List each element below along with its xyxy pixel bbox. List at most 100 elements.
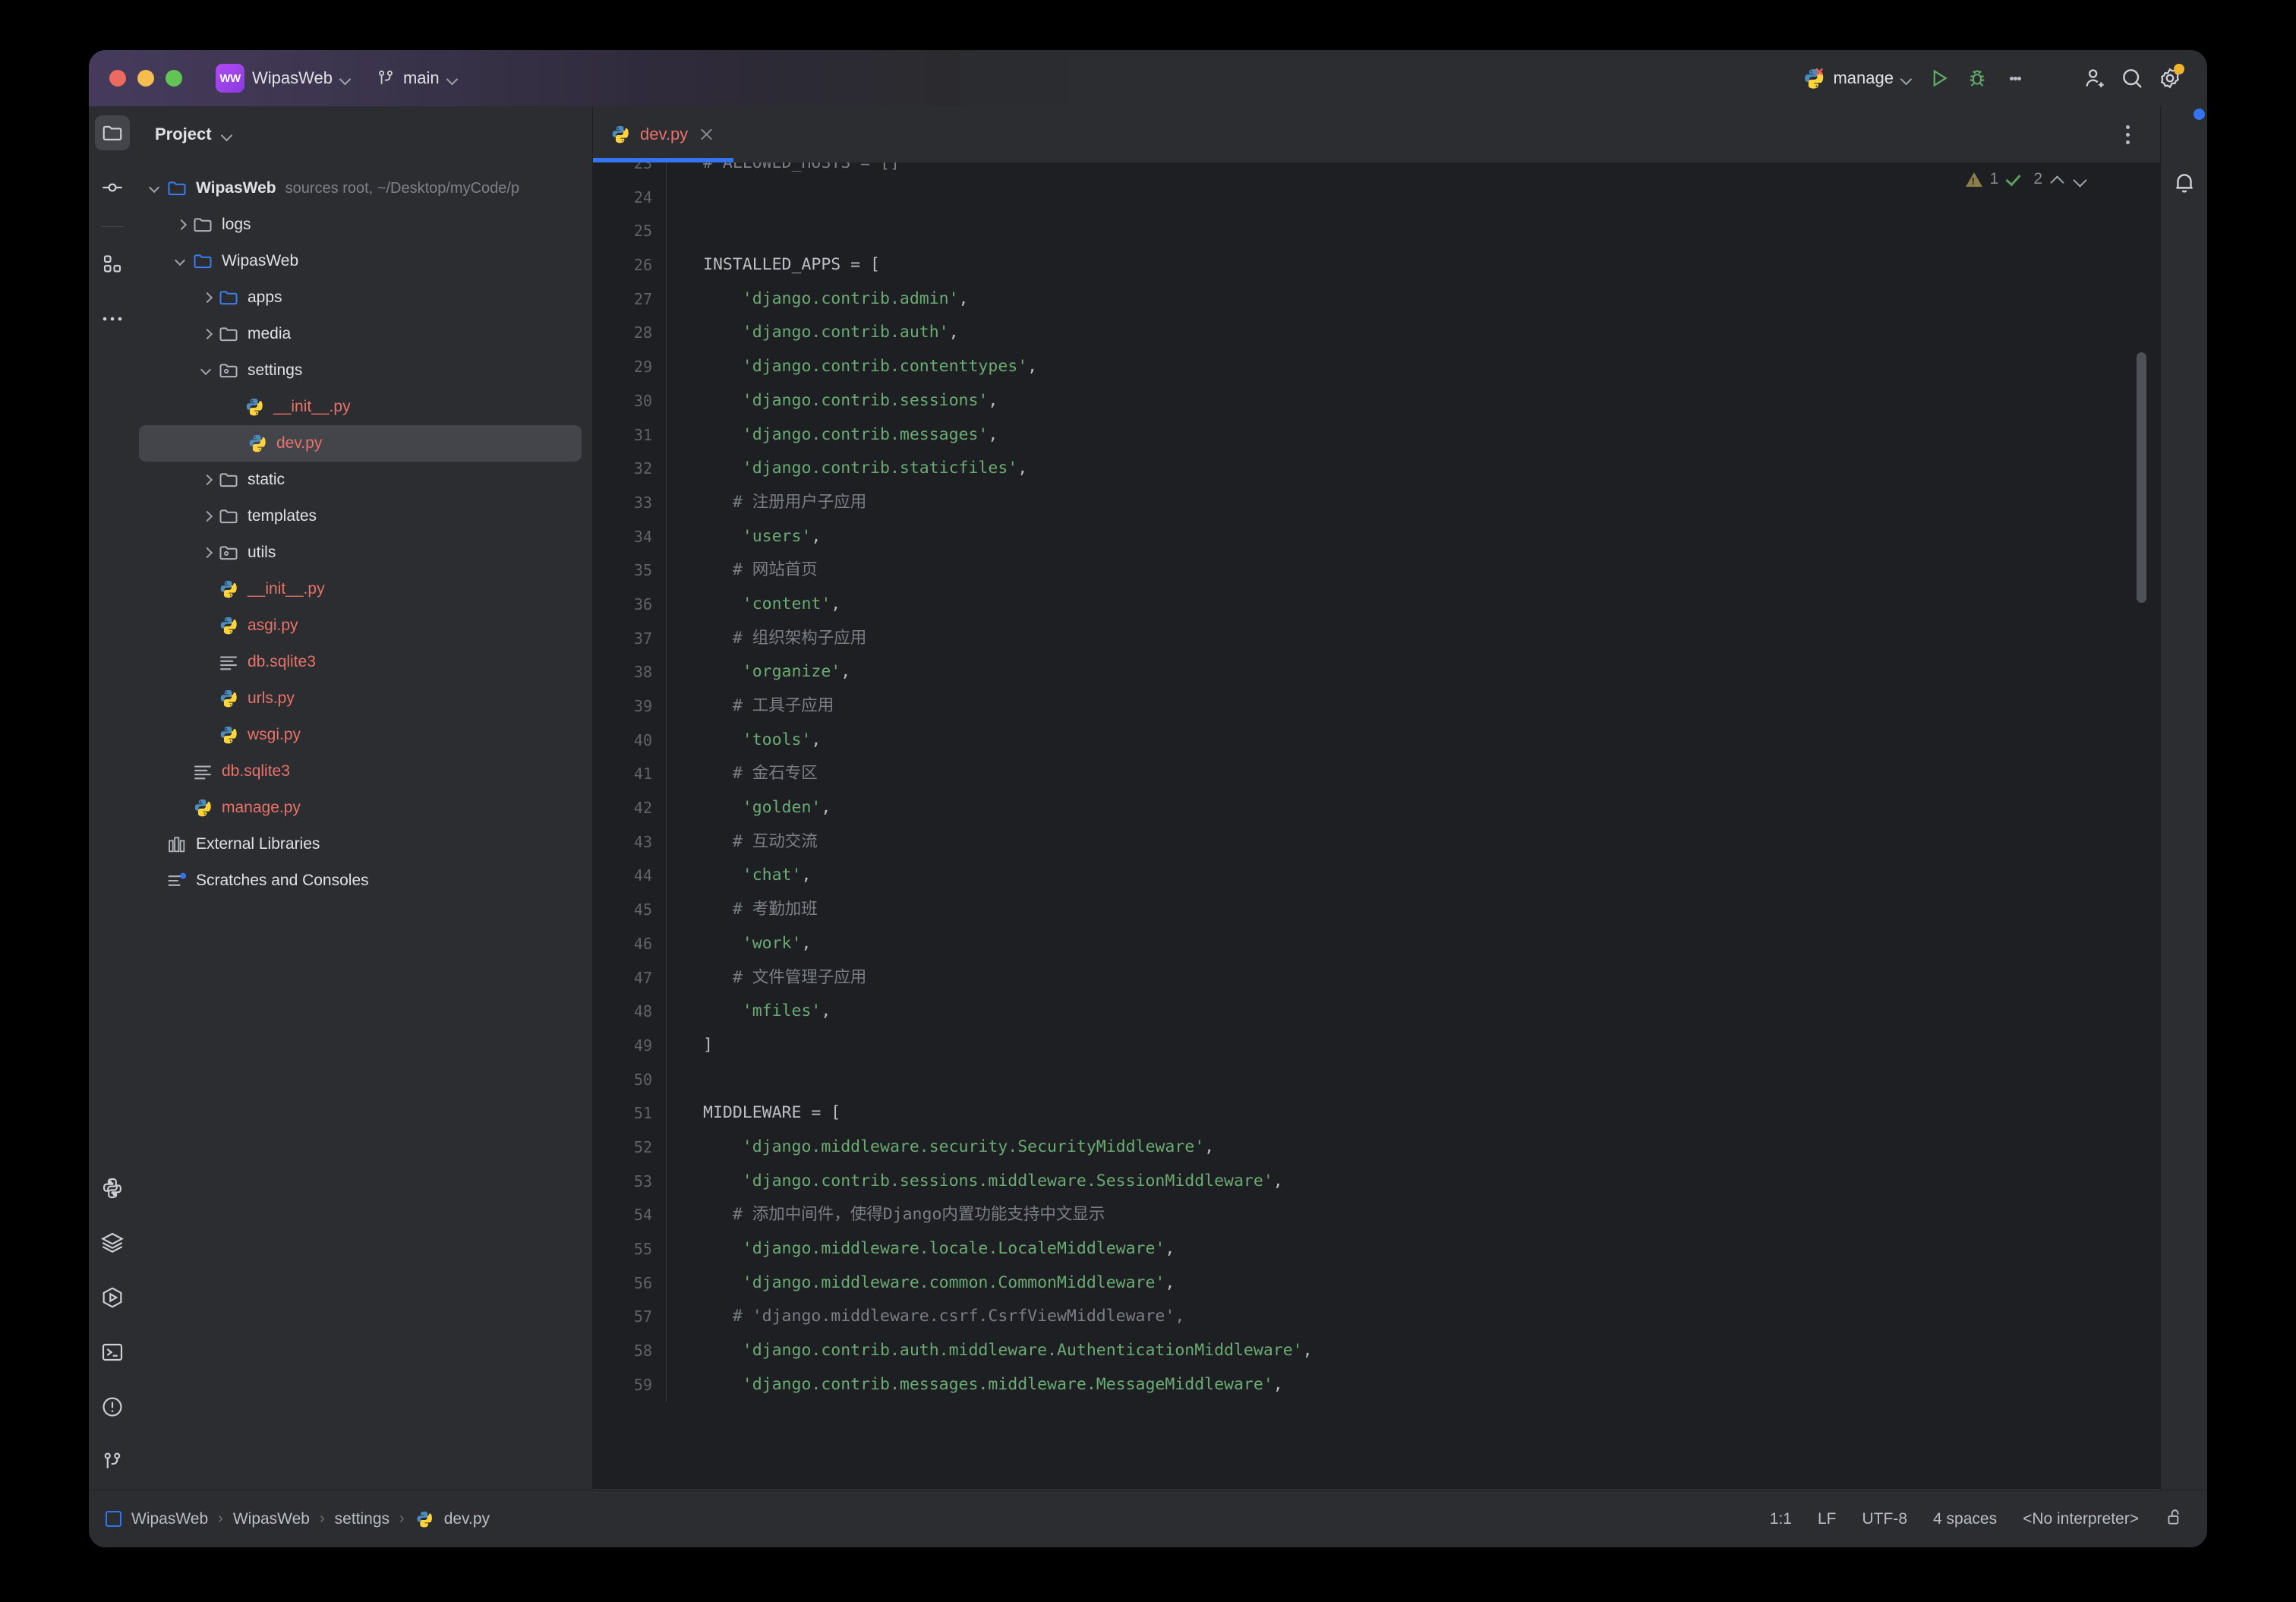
interpreter-selector[interactable]: <No interpreter> — [2023, 1510, 2139, 1528]
run-configuration-selector[interactable]: manage — [1795, 62, 1919, 94]
tree-item-logs[interactable]: logs — [136, 207, 592, 243]
line-number: 51 — [633, 1104, 652, 1123]
line-number: 46 — [633, 934, 652, 953]
tree-item-urls-py[interactable]: urls.py — [136, 680, 592, 717]
line-source: ] — [667, 1029, 713, 1063]
read-only-toggle[interactable] — [2165, 1507, 2184, 1531]
warning-count: 1 — [1989, 170, 1999, 188]
code-editor[interactable]: 1 2 23 # ALLOWED_HOSTS = [] 24 25 26 INSTAL… — [593, 162, 2160, 1490]
line-number: 48 — [633, 1002, 652, 1021]
breadcrumb-item[interactable]: settings — [335, 1510, 390, 1528]
file-encoding[interactable]: UTF-8 — [1862, 1510, 1908, 1528]
settings-button[interactable] — [2152, 61, 2187, 96]
sidebar-item-commit[interactable] — [95, 170, 130, 205]
line-source: # 文件管理子应用 — [667, 961, 866, 995]
indent-setting[interactable]: 4 spaces — [1933, 1510, 1997, 1528]
inspection-widget[interactable]: 1 2 — [1965, 170, 2088, 188]
right-activity-bar — [2160, 106, 2207, 1490]
tree-item--init-py[interactable]: __init__.py — [136, 389, 592, 425]
project-panel-header[interactable]: Project — [136, 106, 592, 162]
tree-item-wipasweb[interactable]: WipasWeb — [136, 243, 592, 279]
branch-selector[interactable]: main — [368, 64, 465, 93]
dot — [2009, 76, 2014, 80]
code-token: # ALLOWED_HOSTS = [] — [703, 162, 900, 172]
next-problem-icon[interactable] — [2073, 172, 2088, 187]
previous-problem-icon[interactable] — [2050, 172, 2065, 187]
tree-item-static[interactable]: static — [136, 462, 592, 498]
sidebar-item-python-console[interactable] — [95, 1171, 130, 1206]
breadcrumb-item[interactable]: dev.py — [444, 1510, 490, 1528]
tree-item-manage-py[interactable]: manage.py — [136, 790, 592, 826]
sidebar-item-problems[interactable] — [95, 1389, 130, 1424]
unlocked-icon — [2168, 1509, 2179, 1525]
tree-item-dev-py[interactable]: dev.py — [139, 425, 582, 462]
project-selector[interactable]: WW WipasWeb — [208, 59, 358, 97]
tree-item-label: utils — [248, 544, 276, 561]
tree-item-label: apps — [248, 289, 282, 306]
tree-item-label: db.sqlite3 — [248, 653, 316, 670]
code-line: 53 'django.contrib.sessions.middleware.S… — [593, 1164, 1313, 1199]
line-number: 55 — [633, 1240, 652, 1258]
maximize-window-button[interactable] — [166, 70, 182, 87]
python-file-icon — [612, 126, 629, 143]
breadcrumb-item[interactable]: WipasWeb — [131, 1510, 208, 1528]
tree-item-wsgi-py[interactable]: wsgi.py — [136, 717, 592, 753]
line-source: 'django.middleware.security.SecurityMidd… — [667, 1131, 1214, 1165]
line-source: # 组织架构子应用 — [667, 622, 866, 656]
ide-window: WW WipasWeb main manage Project WipasWeb… — [89, 50, 2207, 1547]
sidebar-item-version-control[interactable] — [95, 1444, 130, 1479]
run-button[interactable] — [1922, 61, 1957, 96]
breadcrumb-item[interactable]: WipasWeb — [233, 1510, 310, 1528]
tree-item-settings[interactable]: settings — [136, 352, 592, 389]
tree-item-apps[interactable]: apps — [136, 279, 592, 316]
sidebar-item-run[interactable] — [95, 1280, 130, 1315]
close-window-button[interactable] — [109, 70, 126, 87]
line-separator[interactable]: LF — [1818, 1510, 1837, 1528]
sidebar-item-database[interactable] — [95, 1225, 130, 1260]
caret-position[interactable]: 1:1 — [1770, 1510, 1792, 1528]
tree-item-asgi-py[interactable]: asgi.py — [136, 607, 592, 644]
close-tab-icon[interactable] — [697, 125, 717, 144]
minimize-window-button[interactable] — [137, 70, 154, 87]
branch-icon — [104, 1452, 121, 1468]
sidebar-item-terminal[interactable] — [95, 1335, 130, 1370]
folder-icon — [218, 506, 239, 527]
more-actions-button[interactable] — [1998, 61, 2033, 96]
add-user-button[interactable] — [2077, 61, 2112, 96]
search-button[interactable] — [2115, 61, 2149, 96]
grid-icon — [103, 255, 121, 273]
tree-item-templates[interactable]: templates — [136, 498, 592, 535]
tree-item-media[interactable]: media — [136, 316, 592, 352]
sidebar-item-more[interactable] — [95, 301, 130, 336]
code-line: 39 # 工具子应用 — [593, 689, 1313, 724]
notifications-button[interactable] — [2167, 109, 2205, 200]
tree-item-wipasweb[interactable]: WipasWeb sources root, ~/Desktop/myCode/p — [136, 170, 592, 207]
external-libraries-icon — [166, 834, 188, 855]
code-token: 'users' — [703, 526, 812, 546]
tree-item-external-libraries[interactable]: External Libraries — [136, 826, 592, 862]
editor-vertical-scrollbar[interactable] — [2137, 352, 2146, 603]
terminal-icon — [102, 1343, 123, 1361]
line-number: 47 — [633, 968, 652, 987]
code-line: 42 'golden', — [593, 791, 1313, 825]
tree-item-scratches-and-consoles[interactable]: Scratches and Consoles — [136, 862, 592, 899]
line-source: # 互动交流 — [667, 825, 818, 859]
debug-button[interactable] — [1960, 61, 1995, 96]
line-source: # 金石专区 — [667, 757, 818, 791]
tree-item--init-py[interactable]: __init__.py — [136, 571, 592, 607]
tree-item-db-sqlite3[interactable]: db.sqlite3 — [136, 753, 592, 790]
tree-item-db-sqlite3[interactable]: db.sqlite3 — [136, 644, 592, 680]
sidebar-item-plugins[interactable] — [95, 247, 130, 282]
editor-tab-dev-py[interactable]: dev.py — [593, 106, 734, 162]
project-panel-title: Project — [155, 125, 212, 143]
line-source: 'django.contrib.auth.middleware.Authenti… — [667, 1334, 1313, 1368]
python-file-icon — [192, 797, 213, 818]
code-line: 56 'django.middleware.common.CommonMiddl… — [593, 1266, 1313, 1301]
sidebar-item-project[interactable] — [95, 115, 130, 150]
python-file-icon — [247, 433, 268, 454]
tree-item-label: manage.py — [222, 799, 301, 816]
code-token: # 组织架构子应用 — [703, 628, 867, 648]
tree-item-utils[interactable]: utils — [136, 535, 592, 571]
settings-badge — [2174, 64, 2184, 74]
editor-options-button[interactable] — [2110, 117, 2145, 152]
